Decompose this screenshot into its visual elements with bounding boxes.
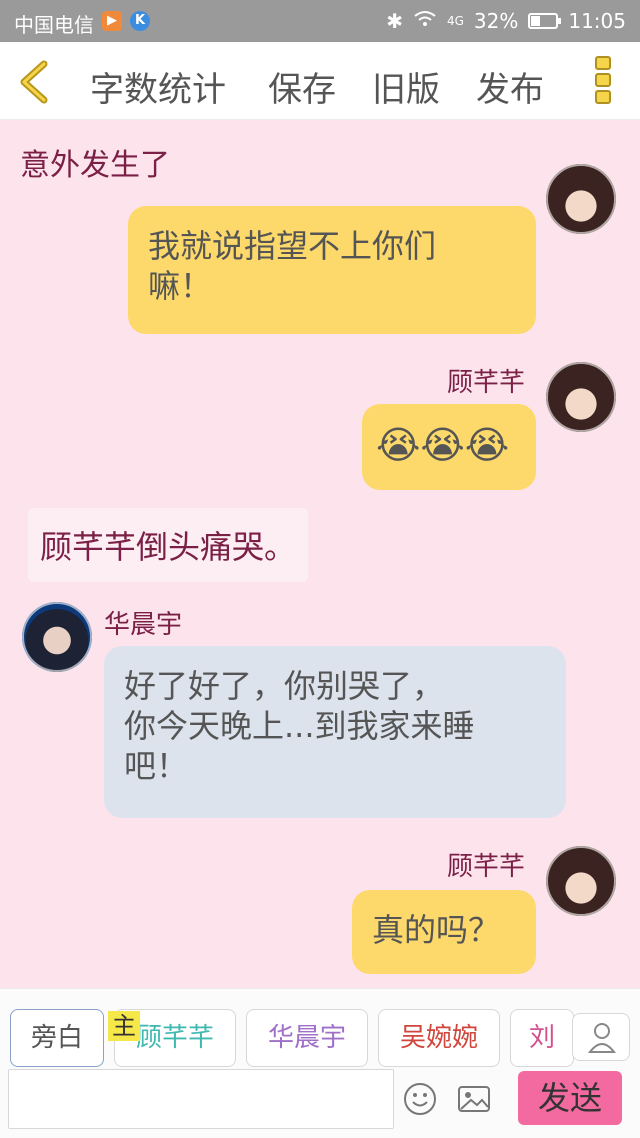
back-chevron-icon[interactable] bbox=[16, 60, 52, 104]
emoji-icon[interactable] bbox=[402, 1081, 438, 1117]
role-hua-chenyu[interactable]: 华晨宇 bbox=[246, 1009, 368, 1067]
bluetooth-icon: ✱ bbox=[386, 9, 403, 33]
status-bar: 中国电信 ▶ K ✱ 4G 32% 11:05 bbox=[0, 0, 640, 42]
wifi-icon bbox=[413, 9, 437, 33]
speaker-name: 顾芊芊 bbox=[447, 368, 526, 398]
chat-area[interactable]: 意外发生了 我就说指望不上你们 嘛！ 顾芊芊 😭😭😭 顾芊芊倒头痛哭。 华晨宇 … bbox=[0, 120, 640, 988]
role-label: 旁白 bbox=[30, 1023, 83, 1053]
image-icon[interactable] bbox=[456, 1081, 492, 1117]
person-icon[interactable] bbox=[572, 1013, 630, 1061]
role-label: 吴婉婉 bbox=[399, 1023, 478, 1053]
message-bubble[interactable]: 真的吗？ bbox=[352, 890, 536, 974]
narration-text[interactable]: 顾芊芊倒头痛哭。 bbox=[28, 508, 309, 582]
message-bubble[interactable]: 我就说指望不上你们 嘛！ bbox=[128, 206, 536, 334]
role-label: 刘露 bbox=[529, 1023, 556, 1053]
k-app-icon: K bbox=[130, 11, 150, 31]
avatar[interactable] bbox=[22, 602, 92, 672]
avatar[interactable] bbox=[546, 362, 616, 432]
clock: 11:05 bbox=[568, 9, 626, 33]
video-app-icon: ▶ bbox=[102, 11, 122, 31]
message-line: 嘛！ bbox=[148, 267, 213, 305]
battery-icon bbox=[528, 13, 562, 29]
message-line: 好了好了，你别哭了， bbox=[124, 667, 445, 705]
message-bubble[interactable]: 😭😭😭 bbox=[362, 404, 536, 490]
status-right: ✱ 4G 32% 11:05 bbox=[386, 9, 626, 33]
battery-percent: 32% bbox=[473, 9, 519, 33]
more-menu-icon[interactable] bbox=[595, 56, 613, 108]
avatar[interactable] bbox=[546, 846, 616, 916]
send-button[interactable]: 发送 bbox=[518, 1071, 622, 1125]
role-wu-wanwan[interactable]: 吴婉婉 bbox=[378, 1009, 500, 1067]
message-input[interactable] bbox=[8, 1069, 394, 1129]
role-narrator[interactable]: 旁白 bbox=[10, 1009, 104, 1067]
old-version-button[interactable]: 旧版 bbox=[372, 62, 440, 111]
message-bubble[interactable]: 好了好了，你别哭了， 你今天晚上...到我家来睡 吧！ bbox=[104, 646, 566, 818]
main-character-tag: 主 bbox=[108, 1011, 140, 1041]
speaker-name: 顾芊芊 bbox=[447, 852, 526, 882]
compose-bar: 旁白 顾芊芊 主 华晨宇 吴婉婉 刘露 发送 bbox=[0, 988, 640, 1138]
publish-button[interactable]: 发布 bbox=[476, 62, 544, 111]
message-line: 吧！ bbox=[124, 747, 189, 785]
message-line: 我就说指望不上你们 bbox=[148, 227, 437, 265]
save-button[interactable]: 保存 bbox=[268, 62, 336, 111]
speaker-name: 华晨宇 bbox=[104, 610, 183, 640]
editor-toolbar: 字数统计 保存 旧版 发布 bbox=[0, 42, 640, 120]
chapter-heading: 意外发生了 bbox=[20, 148, 170, 183]
role-label: 华晨宇 bbox=[267, 1023, 346, 1053]
message-line: 你今天晚上...到我家来睡 bbox=[124, 707, 475, 745]
signal-icon: 4G bbox=[446, 14, 464, 28]
word-count-button[interactable]: 字数统计 bbox=[90, 62, 226, 111]
avatar[interactable] bbox=[546, 164, 616, 234]
role-label: 顾芊芊 bbox=[135, 1023, 214, 1053]
role-liu-lu[interactable]: 刘露 bbox=[510, 1009, 574, 1067]
carrier-label: 中国电信 bbox=[14, 13, 94, 37]
